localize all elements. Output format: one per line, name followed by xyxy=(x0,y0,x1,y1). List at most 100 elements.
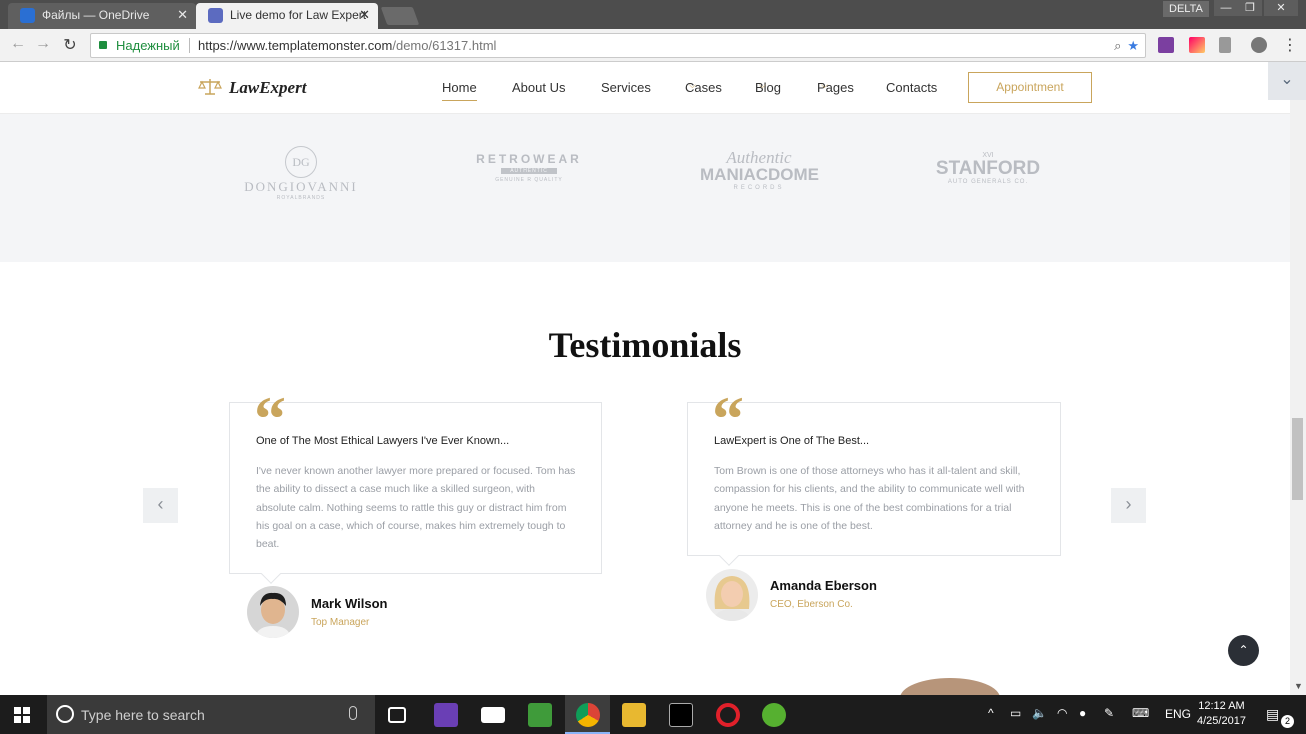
onenote-extension-icon[interactable] xyxy=(1158,37,1174,53)
testimonial-body: Tom Brown is one of those attorneys who … xyxy=(714,465,1025,532)
utorrent-icon[interactable] xyxy=(762,703,786,727)
scales-logo-icon xyxy=(198,79,222,95)
appointment-button[interactable]: Appointment xyxy=(968,72,1092,103)
task-view-icon[interactable] xyxy=(388,707,406,723)
person-role: Top Manager xyxy=(311,617,370,628)
brand-ribbon: AUTHENTIC xyxy=(501,168,557,174)
scroll-down-arrow-icon[interactable]: ▼ xyxy=(1294,681,1303,691)
testimonial-body: I've never known another lawyer more pre… xyxy=(256,465,576,551)
mail-icon[interactable] xyxy=(481,707,505,723)
brand-logo-retrowear: RETROWEAR AUTHENTIC GENUINE R QUALITY xyxy=(466,152,592,183)
collapse-panel-button[interactable]: ⌄ xyxy=(1268,62,1306,100)
nav-contacts[interactable]: Contacts xyxy=(886,80,937,95)
brand-logo-dongiovanni: DG DONGIOVANNI ROYALBRANDS xyxy=(238,146,364,201)
browser-tab-strip: Файлы — OneDrive ✕ Live demo for Law Exp… xyxy=(0,0,1306,29)
browser-tab-onedrive[interactable]: Файлы — OneDrive ✕ xyxy=(8,3,196,29)
close-tab-icon[interactable]: ✕ xyxy=(177,3,188,27)
terminal-icon[interactable] xyxy=(669,703,693,727)
notifications-icon[interactable]: ▤ xyxy=(1266,706,1279,723)
new-tab-button[interactable] xyxy=(380,7,420,25)
site-logo-text[interactable]: LawExpert xyxy=(229,78,306,98)
tab-title: Файлы — OneDrive xyxy=(42,8,150,22)
taskbar-search[interactable]: Type here to search xyxy=(47,695,375,734)
page-scrollbar[interactable] xyxy=(1290,62,1306,695)
close-window-icon[interactable]: ✕ xyxy=(1264,0,1298,16)
site-header: LawExpert Home About Us Services Cases ⌵ … xyxy=(0,62,1290,114)
avatar xyxy=(706,569,758,621)
profile-button[interactable]: DELTA xyxy=(1163,1,1209,17)
battery-icon[interactable]: ▭ xyxy=(1010,706,1021,720)
next-section-photo xyxy=(900,678,1000,695)
show-hidden-icons-icon[interactable]: ^ xyxy=(988,706,994,720)
address-bar[interactable]: Надежный https://www.templatemonster.com… xyxy=(90,33,1146,58)
volume-icon[interactable]: 🔈 xyxy=(1032,706,1047,720)
url-path: /demo/61317.html xyxy=(392,38,497,53)
person-name: Amanda Eberson xyxy=(770,578,877,593)
brand-logo-maniacdome: Authentic MANIACDOME RECORDS xyxy=(700,149,819,191)
url-text: https://www.templatemonster.com/demo/613… xyxy=(198,34,496,57)
notification-count-badge: 2 xyxy=(1281,715,1294,728)
forward-arrow-icon[interactable]: → xyxy=(33,35,53,53)
visual-studio-icon[interactable] xyxy=(434,703,458,727)
microphone-icon[interactable] xyxy=(349,706,357,720)
minimize-icon[interactable]: — xyxy=(1214,0,1238,16)
restore-icon[interactable]: ❐ xyxy=(1238,0,1262,16)
chrome-icon[interactable] xyxy=(576,703,600,727)
chevron-down-icon: ⌵ xyxy=(759,80,766,90)
clock-date: 4/25/2017 xyxy=(1197,715,1246,727)
pen-extension-icon[interactable] xyxy=(1219,37,1231,53)
brand-name: DONGIOVANNI xyxy=(244,179,358,194)
brand-subtitle: GENUINE R QUALITY xyxy=(495,177,563,183)
pen-workspace-icon[interactable]: ✎ xyxy=(1104,706,1114,720)
brand-subtitle: RECORDS xyxy=(733,185,785,191)
templatemonster-icon xyxy=(208,8,223,23)
back-arrow-icon[interactable]: ← xyxy=(8,35,28,53)
partner-logos-band: DG DONGIOVANNI ROYALBRANDS RETROWEAR AUT… xyxy=(0,114,1290,262)
bookmark-star-icon[interactable]: ★ xyxy=(1127,38,1139,53)
prev-arrow-button[interactable]: ‹ xyxy=(143,488,178,523)
browser-toolbar: ← → ↻ Надежный https://www.templatemonst… xyxy=(0,29,1306,62)
brand-name: MANIACDOME xyxy=(700,165,819,184)
chevron-down-icon: ⌵ xyxy=(689,80,696,90)
onedrive-icon xyxy=(20,8,35,23)
close-tab-icon[interactable]: ✕ xyxy=(359,3,370,27)
menu-dots-icon[interactable]: ⋮ xyxy=(1280,35,1300,55)
wifi-icon[interactable]: ◠ xyxy=(1057,706,1067,720)
evernote-extension-icon[interactable] xyxy=(1251,37,1267,53)
nav-home[interactable]: Home xyxy=(442,80,477,101)
nav-about-us[interactable]: About Us xyxy=(512,80,565,95)
language-indicator[interactable]: ENG xyxy=(1165,707,1191,721)
scrollbar-thumb[interactable] xyxy=(1292,418,1303,500)
browser-tab-live-demo[interactable]: Live demo for Law Expert ✕ xyxy=(196,3,378,29)
brand-logo-stanford: XVI STANFORD AUTO GENERALS CO. xyxy=(926,152,1050,185)
card-pointer xyxy=(261,564,281,584)
search-placeholder: Type here to search xyxy=(81,707,205,723)
person-photo xyxy=(247,586,299,638)
weather-icon[interactable]: ● xyxy=(1079,706,1086,720)
testimonials-heading: Testimonials xyxy=(548,325,742,365)
testimonial-card: “ LawExpert is One of The Best... Tom Br… xyxy=(687,387,1061,566)
cortana-icon xyxy=(56,705,74,723)
windows-start-icon[interactable] xyxy=(14,707,30,723)
url-host: https://www.templatemonster.com xyxy=(198,38,393,53)
lock-icon xyxy=(99,41,107,49)
system-clock[interactable]: 12:12 AM 4/25/2017 xyxy=(1197,699,1246,729)
clock-time: 12:12 AM xyxy=(1198,700,1245,712)
brand-subtitle: ROYALBRANDS xyxy=(276,195,326,201)
keyboard-icon[interactable]: ⌨ xyxy=(1132,706,1149,720)
color-extension-icon[interactable] xyxy=(1189,37,1205,53)
person-photo xyxy=(706,569,758,621)
reload-icon[interactable]: ↻ xyxy=(60,35,80,55)
next-arrow-button[interactable]: › xyxy=(1111,488,1146,523)
avatar xyxy=(247,586,299,638)
opera-icon[interactable] xyxy=(716,703,740,727)
nav-services[interactable]: Services xyxy=(601,80,651,95)
evernote-icon[interactable] xyxy=(528,703,552,727)
web-page: LawExpert Home About Us Services Cases ⌵ … xyxy=(0,62,1290,695)
file-explorer-icon[interactable] xyxy=(622,703,646,727)
brand-name: RETROWEAR xyxy=(476,152,582,166)
zoom-icon[interactable]: ⌕ xyxy=(1114,38,1121,53)
scroll-to-top-button[interactable]: ⌃ xyxy=(1228,635,1259,666)
testimonial-headline: One of The Most Ethical Lawyers I've Eve… xyxy=(256,435,510,447)
person-role: CEO, Eberson Co. xyxy=(770,599,853,610)
